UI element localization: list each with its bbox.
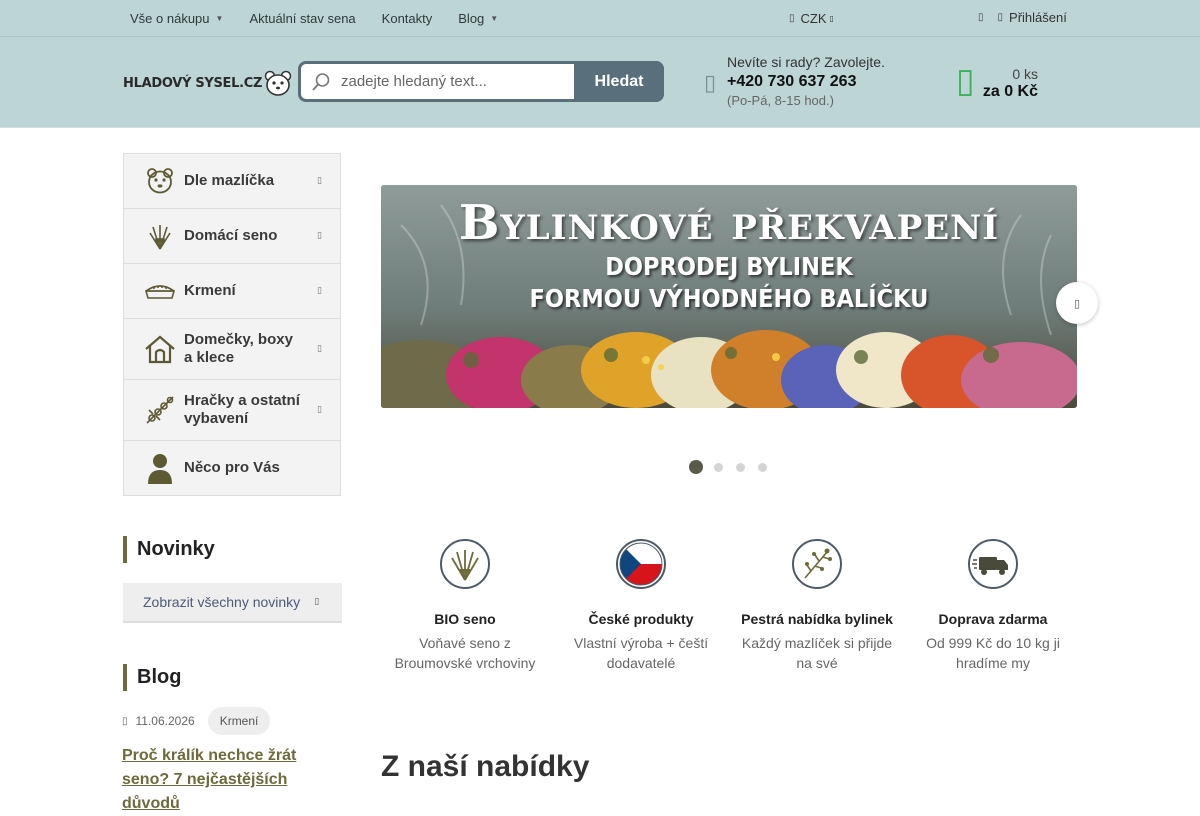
top-navigation: Vše o nákupu ▼ Aktuální stav sena Kontak… xyxy=(130,0,524,37)
login-label: Přihlášení xyxy=(1009,10,1067,25)
currency-label: CZK xyxy=(800,11,827,26)
banner-subtitle: DOPRODEJ BYLINEK FORMOU VÝHODNÉHO BALÍČK… xyxy=(416,251,1042,315)
blog-post-meta: ▯ 11.06.2026 Krmení xyxy=(122,707,271,735)
slider-dot-3[interactable] xyxy=(736,462,745,472)
category-menu: Dle mazlíčka ▯ Domácí seno ▯ Krmení ▯ Do… xyxy=(123,153,341,496)
hay-icon xyxy=(144,220,176,252)
nav-item-kontakty[interactable]: Kontakty xyxy=(382,11,433,26)
search-button[interactable]: Hledat xyxy=(574,61,664,102)
feature-doprava: Doprava zdarma Od 999 Kč do 10 kg ji hra… xyxy=(910,538,1076,673)
blog-post-tag[interactable]: Krmení xyxy=(207,707,271,735)
logo[interactable]: HLADOVÝ SYSEL.CZ xyxy=(123,70,292,96)
show-all-news-label: Zobrazit všechny novinky xyxy=(143,594,301,610)
category-label: Krmení xyxy=(184,282,236,299)
person-icon xyxy=(144,452,176,484)
chevron-right-icon: ▯ xyxy=(314,597,320,607)
nav-item-label: Aktuální stav sena xyxy=(249,11,356,26)
category-label: Domečky, boxy a klece xyxy=(184,331,293,366)
phone-number[interactable]: +420 730 637 263 xyxy=(727,73,885,91)
feature-title: České produkty xyxy=(588,611,694,627)
feature-title: Pestrá nabídka bylinek xyxy=(741,611,893,627)
chevron-right-icon: ▯ xyxy=(317,231,322,241)
chevron-down-icon: ▼ xyxy=(215,14,224,23)
czech-flag-icon xyxy=(616,539,666,589)
slider-dot-4[interactable] xyxy=(758,462,767,472)
offer-section-title: Z naší nabídky xyxy=(381,750,590,783)
feature-title: Doprava zdarma xyxy=(938,611,1048,627)
chevron-right-icon: ▯ xyxy=(317,286,322,296)
cart-total: za 0 Kč xyxy=(982,83,1038,100)
banner-subtitle-line1: DOPRODEJ BYLINEK xyxy=(605,252,853,281)
chevron-right-icon: ▯ xyxy=(317,344,322,354)
feature-description: Voňavé seno z Broumovské vrchoviny xyxy=(394,635,536,671)
cart-count: 0 ks xyxy=(1012,66,1038,82)
feature-title: BIO seno xyxy=(434,611,496,627)
blog-section-title: Blog xyxy=(123,664,181,691)
chevron-down-icon: ▯ xyxy=(829,14,834,23)
slider-dot-2[interactable] xyxy=(714,462,723,472)
category-neco-pro-vas[interactable]: Něco pro Vás xyxy=(124,441,340,495)
toy-icon xyxy=(144,394,176,426)
slider-next-button[interactable]: ▯ xyxy=(1056,282,1098,324)
show-all-news-button[interactable]: Zobrazit všechny novinky ▯ xyxy=(123,583,342,623)
chevron-down-icon: ▼ xyxy=(490,14,499,23)
category-domaci-seno[interactable]: Domácí seno ▯ xyxy=(124,209,340,264)
feature-ceske-produkty: České produkty Vlastní výroba + čeští do… xyxy=(558,538,724,673)
slider-dots xyxy=(689,460,780,474)
banner-title: Bylinkové překvapení xyxy=(458,195,1000,251)
top-bar: Vše o nákupu ▼ Aktuální stav sena Kontak… xyxy=(0,0,1200,37)
lock-icon: ▯ xyxy=(997,12,1004,23)
category-dle-mazlicka[interactable]: Dle mazlíčka ▯ xyxy=(124,154,340,209)
truck-icon xyxy=(968,539,1018,589)
category-domecky[interactable]: Domečky, boxy a klece ▯ xyxy=(124,319,340,380)
feature-bio-seno: BIO seno Voňavé seno z Broumovské vrchov… xyxy=(382,538,548,673)
hamster-logo-icon xyxy=(264,70,292,96)
nav-item-blog[interactable]: Blog ▼ xyxy=(458,11,498,26)
hamster-icon xyxy=(144,165,176,197)
feature-description: Každý mazlíček si přijde na své xyxy=(741,635,893,671)
nav-item-label: Kontakty xyxy=(381,11,433,26)
feature-description: Od 999 Kč do 10 kg ji hradíme my xyxy=(926,635,1060,671)
category-label: Dle mazlíčka xyxy=(184,172,275,189)
category-hracky[interactable]: Hračky a ostatní vybavení ▯ xyxy=(124,380,340,441)
logo-text: HLADOVÝ SYSEL.CZ xyxy=(123,75,263,91)
contact-info: Nevíte si rady? Zavolejte. +420 730 637 … xyxy=(727,54,885,108)
blog-post-link[interactable]: Proč králík nechce žrát seno? 7 nejčastě… xyxy=(122,744,332,816)
currency-icon: ▯ xyxy=(789,13,795,24)
nav-item-label: Blog xyxy=(458,11,485,26)
category-label: Domácí seno xyxy=(184,227,278,244)
hay-bundle-icon xyxy=(440,539,490,589)
category-krmeni[interactable]: Krmení ▯ xyxy=(124,264,340,319)
login-link[interactable]: ▯ ▯ Přihlášení xyxy=(978,0,1067,35)
house-icon xyxy=(144,333,176,365)
category-label: Něco pro Vás xyxy=(184,459,280,476)
search-icon xyxy=(301,64,341,99)
contact-question: Nevíte si rady? Zavolejte. xyxy=(727,54,885,70)
currency-selector[interactable]: ▯ CZK ▯ xyxy=(789,0,834,37)
feature-bylinky: Pestrá nabídka bylinek Každý mazlíček si… xyxy=(734,538,900,673)
food-bowl-icon xyxy=(144,275,176,307)
news-section-title: Novinky xyxy=(123,536,215,563)
slider-dot-1[interactable] xyxy=(689,460,703,474)
opening-hours: (Po-Pá, 8-15 hod.) xyxy=(727,93,834,108)
cart-summary[interactable]: 0 ks za 0 Kč xyxy=(960,66,1038,101)
phone-icon: ▯ xyxy=(704,71,717,96)
nav-item-label: Vše o nákupu xyxy=(130,11,210,26)
promo-banner[interactable]: Bylinkové překvapení DOPRODEJ BYLINEK FO… xyxy=(381,185,1077,408)
category-label: Hračky a ostatní vybavení xyxy=(184,392,300,427)
blog-post-date: 11.06.2026 xyxy=(135,714,195,728)
herbs-icon xyxy=(792,539,842,589)
calendar-icon: ▯ xyxy=(122,715,128,727)
banner-subtitle-line2: FORMOU VÝHODNÉHO BALÍČKU xyxy=(529,284,929,313)
feature-description: Vlastní výroba + čeští dodavatelé xyxy=(573,635,709,671)
nav-item-stav-sena[interactable]: Aktuální stav sena xyxy=(249,11,355,26)
chevron-right-icon: ▯ xyxy=(317,176,322,186)
user-icon: ▯ xyxy=(978,12,984,23)
header: HLADOVÝ SYSEL.CZ Hledat ▯ Nevíte si rady… xyxy=(0,37,1200,128)
nav-item-vse-o-nakupu[interactable]: Vše o nákupu ▼ xyxy=(130,11,223,26)
chevron-right-icon: ▯ xyxy=(317,405,322,415)
